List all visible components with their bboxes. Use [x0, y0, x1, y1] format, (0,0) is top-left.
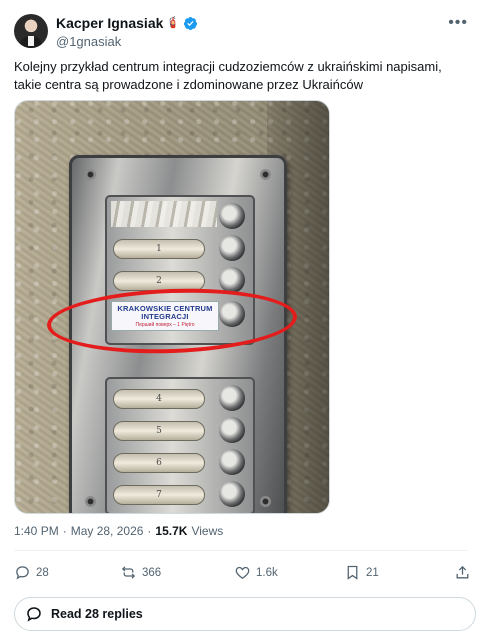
bookmark-count: 21 [366, 566, 379, 579]
fire-extinguisher-emoji-icon: 🧯 [166, 16, 181, 29]
repost-icon [121, 566, 136, 579]
screw-icon [260, 496, 271, 507]
name-slot: 1 [113, 239, 205, 259]
doorbell-button [219, 449, 245, 475]
doorbell-button [219, 203, 245, 229]
doorbell-button [219, 235, 245, 261]
torn-label [111, 201, 217, 227]
tweet-time[interactable]: 1:40 PM [14, 524, 59, 538]
read-replies-button[interactable]: Read 28 replies [14, 597, 476, 631]
author-handle[interactable]: @1gnasiak [56, 34, 121, 49]
share-icon [456, 565, 469, 579]
heart-icon [235, 566, 250, 579]
bookmark-button[interactable]: 21 [344, 564, 379, 581]
action-bar: 28 366 1.6k 21 [14, 564, 470, 586]
meta-separator: · [62, 524, 67, 538]
name-slot: 7 [113, 485, 205, 505]
reply-bubble-icon [27, 607, 41, 622]
divider [14, 550, 468, 551]
meta-separator: · [147, 524, 152, 538]
doorbell-button [219, 417, 245, 443]
views-count[interactable]: 15.7K [155, 524, 187, 538]
reply-count: 28 [36, 566, 49, 579]
repost-count: 366 [142, 566, 162, 579]
tweet-meta: 1:40 PM · May 28, 2026 · 15.7K Views [14, 524, 223, 538]
name-slot: 5 [113, 421, 205, 441]
screw-icon [85, 496, 96, 507]
author-name-row[interactable]: Kacper Ignasiak 🧯 [56, 15, 198, 31]
name-slot: 6 [113, 453, 205, 473]
more-horizontal-icon[interactable]: ••• [448, 14, 468, 32]
repost-button[interactable]: 366 [120, 564, 161, 581]
screw-icon [85, 169, 96, 180]
like-button[interactable]: 1.6k [234, 564, 278, 581]
screw-icon [260, 169, 271, 180]
like-count: 1.6k [256, 566, 278, 579]
intercom-panel-bottom: 4 5 6 7 [105, 377, 255, 513]
tweet-photo[interactable]: 1 2 KRAKOWSKIE CENTRUM INTEGRACJI Перший… [14, 100, 330, 514]
views-label: Views [191, 524, 224, 538]
doorbell-button [219, 481, 245, 507]
verified-badge-icon[interactable] [183, 16, 198, 31]
reply-button[interactable]: 28 [14, 564, 49, 581]
name-slot: 4 [113, 389, 205, 409]
reply-icon [16, 566, 29, 580]
bookmark-icon [347, 565, 358, 580]
tweet-text: Kolejny przykład centrum integracji cudz… [14, 59, 442, 92]
author-display-name[interactable]: Kacper Ignasiak [56, 15, 163, 31]
share-button[interactable] [454, 564, 471, 581]
doorbell-button [219, 385, 245, 411]
author-avatar[interactable] [14, 14, 48, 48]
tweet-header: Kacper Ignasiak 🧯 @1gnasiak ••• [14, 12, 470, 52]
tweet-date[interactable]: May 28, 2026 [71, 524, 144, 538]
read-replies-label: Read 28 replies [51, 607, 143, 621]
